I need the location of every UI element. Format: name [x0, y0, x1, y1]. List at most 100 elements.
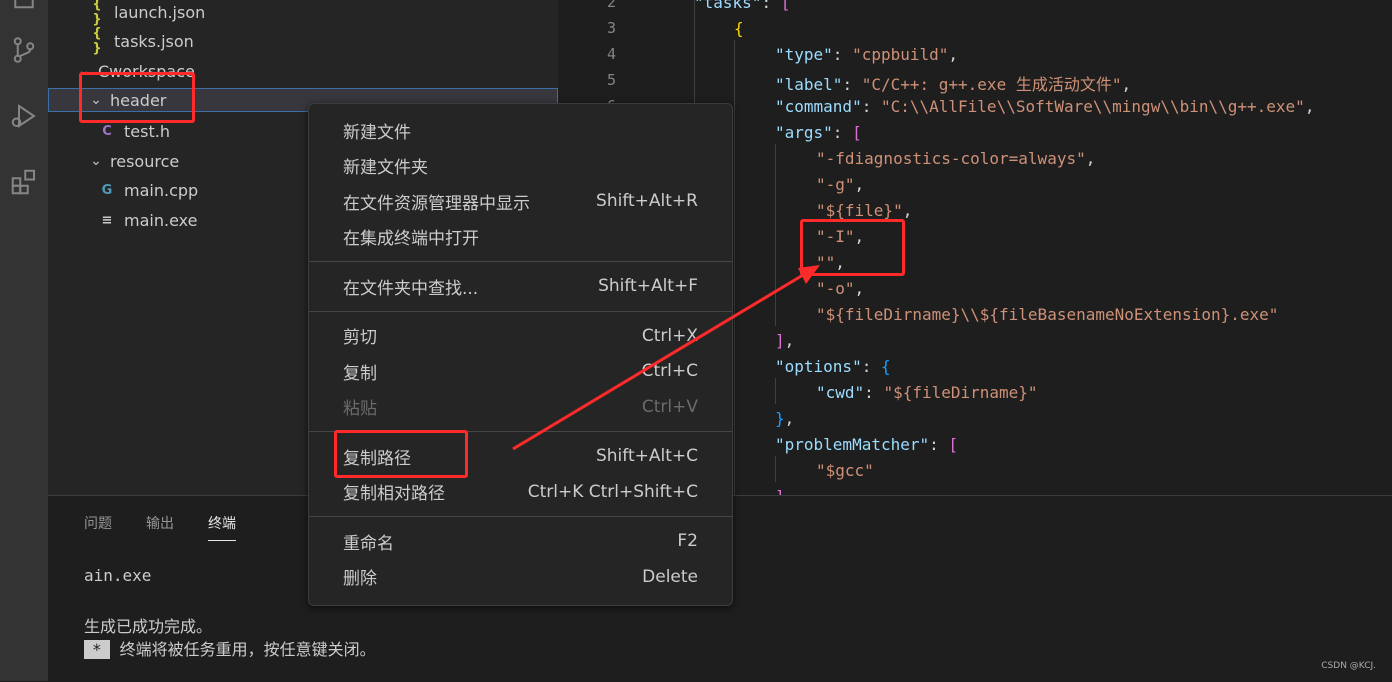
punctuation: :	[832, 123, 853, 142]
indent-guide	[775, 456, 776, 482]
tab-terminal[interactable]: 终端	[208, 513, 236, 541]
json-key: "command"	[775, 97, 862, 116]
watermark: CSDN @KCJ.	[1321, 661, 1376, 671]
json-file-icon: { }	[92, 26, 102, 56]
punctuation: ,	[784, 331, 795, 350]
menu-item[interactable]: 在文件夹中查找... Shift+Alt+F	[309, 270, 732, 302]
json-key: "options"	[775, 357, 862, 376]
menu-item-shortcut: Ctrl+V	[641, 396, 698, 417]
punctuation: :	[864, 383, 884, 402]
punctuation: ,	[784, 409, 795, 428]
punctuation: ,	[1085, 149, 1096, 168]
menu-item[interactable]: 复制相对路径 Ctrl+K Ctrl+Shift+C	[309, 476, 732, 508]
bracket: {	[880, 357, 891, 376]
bracket: [	[948, 435, 959, 454]
tab-output[interactable]: 输出	[146, 513, 174, 533]
json-string: "C:\\AllFile\\SoftWare\\mingw\\bin\\g++.…	[880, 97, 1305, 116]
annotation-box-args	[800, 219, 905, 276]
tree-item-label: test.h	[124, 121, 170, 141]
chevron-down-icon: ⌄	[90, 153, 102, 169]
code-line: {	[734, 19, 744, 38]
menu-item-shortcut: F2	[677, 531, 698, 551]
menu-item[interactable]: 新建文件夹	[309, 150, 732, 182]
code-line: "-o",	[816, 279, 864, 298]
punctuation: :	[861, 357, 881, 376]
menu-item-label: 删除	[343, 569, 377, 589]
tree-item-label: main.exe	[124, 210, 198, 230]
json-string: "${file}"	[816, 201, 903, 220]
terminal-line: 生成已成功完成。	[84, 617, 213, 636]
context-menu: 新建文件 新建文件夹 在文件资源管理器中显示 Shift+Alt+R 在集成终端中打开在…	[308, 103, 733, 606]
menu-item[interactable]: 复制 Ctrl+C	[309, 355, 732, 387]
punctuation: :	[842, 75, 862, 94]
punctuation: :	[929, 435, 949, 454]
bracket: [	[852, 123, 862, 142]
activity-bar	[0, 0, 48, 681]
menu-item-label: 在文件夹中查找...	[343, 278, 479, 299]
bracket: [	[780, 0, 791, 12]
terminal-message: 终端将被任务重用，按任意键关闭。	[119, 640, 376, 659]
code-line: "-fdiagnostics-color=always",	[816, 149, 1095, 168]
code-line: },	[775, 409, 794, 428]
code-line: "args": [	[775, 123, 862, 142]
menu-item: 粘贴 Ctrl+V	[309, 391, 732, 423]
json-string: "-fdiagnostics-color=always"	[816, 149, 1086, 168]
code-line: "command": "C:\\AllFile\\SoftWare\\mingw…	[775, 97, 1314, 116]
tree-item-label: tasks.json	[114, 31, 194, 51]
menu-item-label: 新建文件	[343, 122, 411, 143]
menu-item-label: 重命名	[343, 533, 394, 554]
line-number: 5	[606, 71, 616, 89]
json-string: "${fileDirname}\\${fileBasenameNoExtensi…	[816, 305, 1279, 324]
menu-item-shortcut: Delete	[642, 566, 698, 587]
json-key: "type"	[775, 45, 833, 64]
json-string: "$gcc"	[816, 461, 874, 480]
terminal-badge: *	[84, 640, 110, 659]
json-file-icon: { }	[92, 0, 102, 27]
menu-item[interactable]: 剪切 Ctrl+X	[309, 320, 732, 352]
code-line: ],	[775, 331, 794, 350]
annotation-box-header	[79, 72, 195, 123]
punctuation: ,	[1121, 75, 1132, 94]
code-line: "${file}",	[816, 201, 912, 220]
json-string: "C/C++: g++.exe 生成活动文件"	[861, 75, 1122, 94]
run-debug-icon[interactable]	[0, 92, 48, 140]
menu-separator	[309, 516, 732, 517]
json-key: "tasks"	[694, 0, 762, 12]
code-line: "tasks": [	[694, 0, 790, 12]
menu-item-shortcut: Ctrl+K Ctrl+Shift+C	[527, 481, 698, 502]
explorer-icon[interactable]	[0, 0, 48, 20]
code-line: "${fileDirname}\\${fileBasenameNoExtensi…	[816, 305, 1278, 324]
indent-guide	[734, 40, 735, 495]
menu-item-shortcut: Shift+Alt+R	[596, 191, 698, 211]
terminal-line: * 终端将被任务重用，按任意键关闭。	[84, 636, 376, 660]
json-string: "-g"	[816, 175, 855, 194]
menu-item-label: 粘贴	[343, 399, 377, 419]
punctuation: ,	[902, 201, 913, 220]
source-control-icon[interactable]	[0, 26, 48, 74]
menu-item[interactable]: 在文件资源管理器中显示 Shift+Alt+R	[309, 185, 732, 217]
tree-item-launch-json[interactable]: { } launch.json	[48, 0, 558, 27]
tab-problems[interactable]: 问题	[84, 513, 112, 533]
menu-item-label: 剪切	[343, 328, 377, 348]
menu-item[interactable]: 重命名 F2	[309, 525, 732, 557]
menu-item[interactable]: 新建文件	[309, 114, 732, 146]
tree-item-tasks-json[interactable]: { } tasks.json	[48, 26, 558, 56]
terminal-line: ain.exe	[84, 566, 152, 585]
tree-item-label: launch.json	[114, 2, 206, 22]
code-line: "cwd": "${fileDirname}"	[816, 383, 1038, 402]
json-string: "-o"	[816, 279, 855, 298]
line-number: 3	[606, 19, 616, 37]
json-key: "args"	[775, 123, 833, 142]
menu-item[interactable]: 在集成终端中打开	[309, 221, 732, 253]
json-key: "problemMatcher"	[775, 435, 930, 454]
code-line: "$gcc"	[816, 461, 874, 480]
menu-item[interactable]: 删除 Delete	[309, 561, 732, 593]
extensions-icon[interactable]	[0, 158, 48, 206]
tree-item-label: main.cpp	[124, 180, 199, 200]
code-line: "problemMatcher": [	[775, 435, 958, 454]
c-header-file-icon: C	[102, 123, 112, 139]
punctuation: ,	[854, 279, 865, 298]
binary-file-icon: ≡	[101, 212, 113, 228]
menu-item-label: 在文件资源管理器中显示	[343, 193, 530, 214]
menu-item-shortcut: Ctrl+X	[641, 325, 698, 346]
